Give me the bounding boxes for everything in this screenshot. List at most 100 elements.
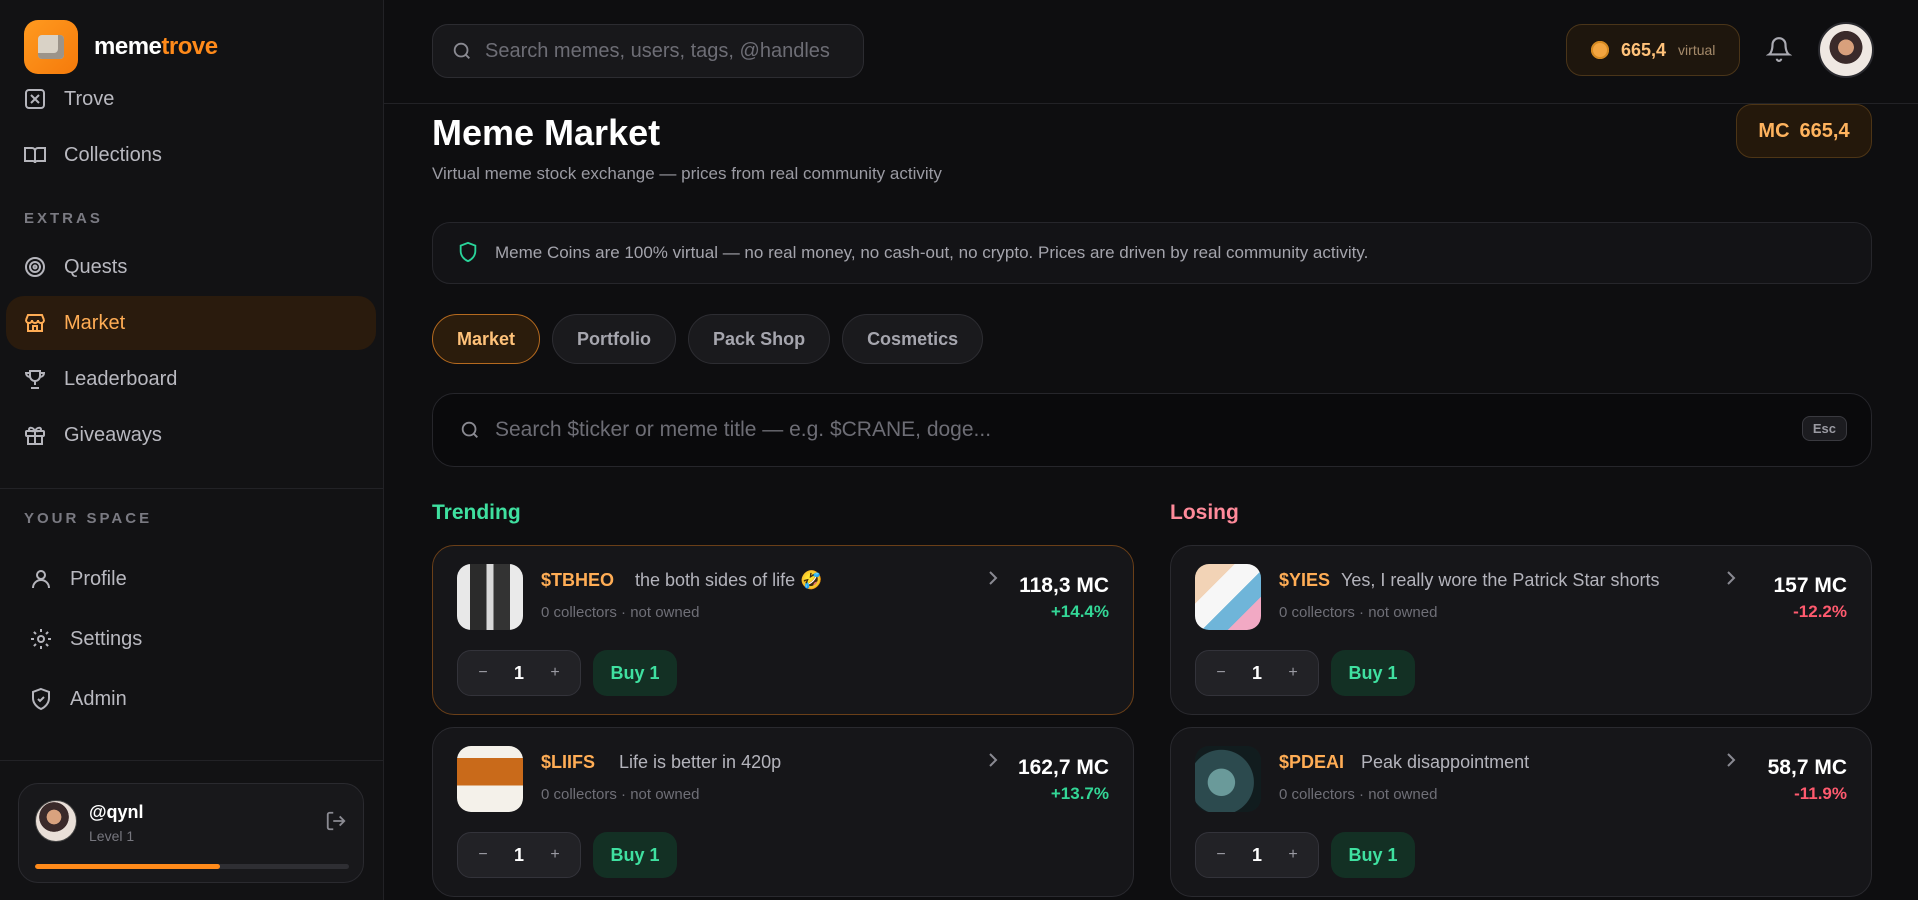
price-change: +13.7%	[1050, 784, 1109, 803]
meme-thumbnail	[457, 564, 523, 630]
coin-balance-tag: virtual	[1678, 42, 1716, 58]
market-card[interactable]: $PDEAI Peak disappointment 0 collectors …	[1170, 727, 1872, 897]
notice-text: Meme Coins are 100% virtual — no real mo…	[495, 243, 1369, 262]
meme-thumbnail	[1195, 746, 1261, 812]
virtual-notice: Meme Coins are 100% virtual — no real mo…	[432, 222, 1872, 284]
market-search-input[interactable]	[495, 418, 1795, 442]
brand[interactable]: memetrove	[24, 20, 218, 74]
shield-icon	[457, 241, 481, 265]
quantity-value: 1	[513, 662, 524, 683]
meme-title: Life is better in 420p	[619, 752, 782, 772]
meme-price: 118,3 MC	[1019, 574, 1109, 597]
tab-portfolio[interactable]: Portfolio	[552, 314, 677, 364]
meme-ticker: $YIES	[1279, 570, 1331, 590]
price-change: -12.2%	[1793, 602, 1847, 621]
meme-meta: 0 collectors · not owned	[541, 604, 700, 621]
tab-pack-shop[interactable]: Pack Shop	[688, 314, 831, 364]
sidebar-item-giveaways[interactable]: Giveaways	[6, 408, 376, 462]
decrement-button[interactable]: −	[474, 664, 492, 682]
chevron-right-icon[interactable]	[1723, 568, 1741, 590]
price-change: -11.9%	[1794, 784, 1847, 803]
increment-button[interactable]: +	[546, 846, 564, 864]
search-icon	[451, 40, 473, 62]
sidebar-divider	[0, 488, 384, 489]
bell-icon[interactable]	[1765, 36, 1794, 64]
sidebar-item-label: Profile	[70, 567, 127, 590]
mc-value: 665,4	[1799, 119, 1850, 142]
search-icon	[459, 419, 481, 441]
quantity-value: 1	[1251, 662, 1262, 683]
increment-button[interactable]: +	[1284, 846, 1302, 864]
sidebar-item-trove[interactable]: Trove	[6, 72, 376, 126]
global-search-input[interactable]	[485, 39, 863, 63]
meme-ticker: $TBHEO	[541, 570, 615, 590]
market-tabs: Market Portfolio Pack Shop Cosmetics	[432, 314, 984, 364]
sidebar-item-label: Trove	[64, 87, 115, 110]
page-subtitle: Virtual meme stock exchange — prices fro…	[432, 164, 942, 183]
sidebar-item-collections[interactable]: Collections	[6, 128, 376, 182]
coin-icon	[1591, 41, 1609, 59]
avatar	[35, 800, 77, 842]
sidebar-item-label: Leaderboard	[64, 367, 178, 390]
global-search[interactable]	[432, 24, 864, 78]
sidebar-item-quests[interactable]: Quests	[6, 240, 376, 294]
trophy-icon	[22, 366, 48, 392]
sidebar-item-settings[interactable]: Settings	[6, 612, 376, 666]
sidebar-item-leaderboard[interactable]: Leaderboard	[6, 352, 376, 406]
meme-price: 58,7 MC	[1767, 756, 1847, 779]
sidebar-item-admin[interactable]: Admin	[6, 672, 376, 726]
meme-thumbnail	[457, 746, 523, 812]
sidebar-item-market[interactable]: Market	[6, 296, 376, 350]
topbar: 665,4 virtual	[384, 0, 1918, 104]
coin-balance-value: 665,4	[1621, 39, 1667, 60]
avatar[interactable]	[1818, 22, 1874, 78]
increment-button[interactable]: +	[1284, 664, 1302, 682]
book-open-icon	[22, 142, 48, 168]
decrement-button[interactable]: −	[1212, 664, 1230, 682]
tab-cosmetics[interactable]: Cosmetics	[842, 314, 984, 364]
trending-title: Trending	[432, 501, 521, 524]
meme-meta: 0 collectors · not owned	[541, 786, 700, 803]
sidebar-item-label: Giveaways	[64, 423, 162, 446]
app-root: memetrove Trove Collections EXTRAS Quest…	[0, 0, 1918, 900]
logout-icon[interactable]	[325, 810, 349, 834]
quantity-stepper: − 1 +	[457, 650, 581, 696]
decrement-button[interactable]: −	[1212, 846, 1230, 864]
meme-price: 162,7 MC	[1017, 756, 1109, 779]
meme-meta: 0 collectors · not owned	[1279, 786, 1438, 803]
coin-balance[interactable]: 665,4 virtual	[1566, 24, 1740, 76]
chevron-right-icon[interactable]	[985, 568, 1003, 590]
mc-balance-badge: MC 665,4	[1736, 104, 1872, 158]
mc-label: MC	[1758, 119, 1790, 142]
buy-button[interactable]: Buy 1	[593, 832, 677, 878]
brand-name: memetrove	[94, 33, 218, 60]
sidebar-item-profile[interactable]: Profile	[6, 552, 376, 606]
quantity-stepper: − 1 +	[1195, 832, 1319, 878]
esc-key-hint: Esc	[1801, 416, 1847, 441]
gear-icon	[28, 626, 54, 652]
decrement-button[interactable]: −	[474, 846, 492, 864]
meme-ticker: $LIIFS	[541, 752, 596, 772]
buy-button[interactable]: Buy 1	[593, 650, 677, 696]
shield-icon	[28, 686, 54, 712]
tab-market[interactable]: Market	[432, 314, 541, 364]
sidebar-item-label: Quests	[64, 255, 128, 278]
meme-title: the both sides of life 🤣	[635, 570, 823, 590]
buy-button[interactable]: Buy 1	[1331, 832, 1415, 878]
user-card[interactable]: @qynl Level 1	[18, 783, 364, 883]
price-change: +14.4%	[1050, 602, 1109, 621]
meme-meta: 0 collectors · not owned	[1279, 604, 1438, 621]
market-card[interactable]: $TBHEO the both sides of life 🤣 0 collec…	[432, 545, 1134, 715]
chevron-right-icon[interactable]	[985, 750, 1003, 772]
buy-button[interactable]: Buy 1	[1331, 650, 1415, 696]
sidebar-item-label: Settings	[70, 627, 143, 650]
chevron-right-icon[interactable]	[1723, 750, 1741, 772]
market-card[interactable]: $LIIFS Life is better in 420p 0 collecto…	[432, 727, 1134, 897]
market-search[interactable]: Esc	[432, 393, 1872, 467]
xp-progress-fill	[35, 864, 221, 869]
increment-button[interactable]: +	[546, 664, 564, 682]
section-label-extras: EXTRAS	[24, 210, 103, 227]
sidebar-item-label: Admin	[70, 687, 127, 710]
market-card[interactable]: $YIES Yes, I really wore the Patrick Sta…	[1170, 545, 1872, 715]
gift-icon	[22, 422, 48, 448]
